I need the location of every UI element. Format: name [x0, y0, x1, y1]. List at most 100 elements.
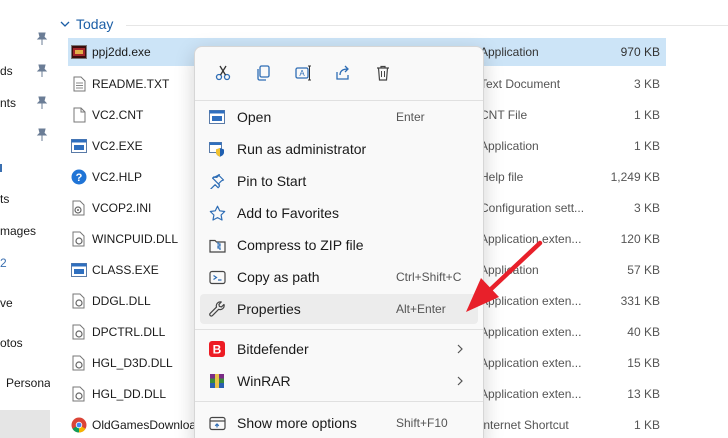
nav-item-label[interactable]: 2 [0, 256, 7, 270]
settings-file-icon [71, 200, 87, 216]
file-name: VC2.HLP [92, 170, 143, 184]
file-name: CLASS.EXE [92, 263, 159, 277]
menu-item-properties[interactable]: Properties Alt+Enter [200, 294, 478, 324]
file-size: 13 KB [627, 387, 660, 401]
nav-selected-item[interactable] [0, 410, 50, 438]
group-divider [126, 25, 728, 26]
menu-item-pin-to-start[interactable]: Pin to Start [200, 166, 478, 196]
svg-text:A: A [299, 69, 305, 78]
dll-file-icon [71, 293, 87, 309]
menu-item-shortcut: Enter [396, 110, 425, 124]
menu-separator [195, 100, 483, 101]
nav-item-label[interactable]: ts [0, 192, 9, 206]
zip-folder-icon [208, 236, 226, 254]
file-type: Internet Shortcut [480, 418, 569, 432]
trash-icon [377, 65, 389, 81]
menu-item-show-more-options[interactable]: Show more options Shift+F10 [200, 408, 478, 438]
star-icon [208, 204, 226, 222]
file-type: Application exten... [480, 356, 582, 370]
nav-item-label[interactable]: ve [0, 296, 13, 310]
dll-file-icon [71, 231, 87, 247]
pin-icon[interactable] [36, 32, 48, 46]
file-size: 3 KB [633, 201, 660, 215]
rename-icon: A [295, 65, 311, 81]
delete-button[interactable] [363, 59, 403, 87]
menu-item-shortcut: Alt+Enter [396, 302, 446, 316]
file-size: 1 KB [633, 108, 660, 122]
text-file-icon [71, 76, 87, 92]
group-header-today[interactable]: Today [60, 14, 113, 34]
file-size: 15 KB [627, 356, 660, 370]
file-type: Application [480, 45, 539, 59]
pin-icon[interactable] [36, 128, 48, 142]
file-size: 1,249 KB [610, 170, 660, 184]
copy-button[interactable] [243, 59, 283, 87]
menu-item-label: Open [237, 109, 272, 125]
admin-shield-icon [208, 140, 226, 158]
file-name: HGL_D3D.DLL [92, 356, 173, 370]
menu-item-label: Run as administrator [237, 141, 367, 157]
file-name: VC2.CNT [92, 108, 144, 122]
menu-item-label: Show more options [237, 415, 357, 431]
pin-icon[interactable] [36, 64, 48, 78]
file-type: Application exten... [480, 232, 582, 246]
menu-item-label: Pin to Start [237, 173, 307, 189]
menu-item-winrar[interactable]: WinRAR [200, 366, 478, 396]
more-options-icon [208, 414, 226, 432]
window-exe-icon [71, 138, 87, 154]
file-size: 970 KB [620, 45, 660, 59]
file-name: OldGamesDownloa [92, 418, 197, 432]
file-type: Text Document [480, 77, 561, 91]
menu-item-label: Add to Favorites [237, 205, 339, 221]
context-menu-toolbar: A [203, 59, 403, 87]
file-size: 3 KB [633, 77, 660, 91]
file-name: DPCTRL.DLL [92, 325, 166, 339]
window-exe-icon [71, 262, 87, 278]
scissors-icon [215, 65, 231, 81]
copy-icon [257, 65, 270, 81]
cut-button[interactable] [203, 59, 243, 87]
chevron-right-icon [457, 376, 463, 386]
nav-item-label[interactable]: mages [0, 224, 36, 238]
nav-item-label[interactable]: otos [0, 336, 23, 350]
menu-item-copy-as-path[interactable]: Copy as path Ctrl+Shift+C [200, 262, 478, 292]
help-file-icon: ? [71, 169, 87, 185]
svg-text:?: ? [76, 172, 83, 184]
menu-item-run-as-administrator[interactable]: Run as administrator [200, 134, 478, 164]
file-name: README.TXT [92, 77, 170, 91]
context-menu: A Open Enter Run as administrator Pin to… [194, 46, 484, 438]
pin-icon[interactable] [36, 96, 48, 110]
chevron-right-icon [457, 344, 463, 354]
chrome-shortcut-icon [71, 417, 87, 433]
menu-item-open[interactable]: Open Enter [200, 102, 478, 132]
navigation-pane: ds nts ts mages 2 ve otos Personal [0, 0, 50, 438]
nav-item-label[interactable]: ds [0, 64, 13, 78]
file-name: DDGL.DLL [92, 294, 151, 308]
file-type: Configuration sett... [480, 201, 585, 215]
menu-item-label: Properties [237, 301, 301, 317]
file-name: VCOP2.INI [92, 201, 152, 215]
dll-file-icon [71, 324, 87, 340]
file-name: HGL_DD.DLL [92, 387, 167, 401]
wrench-icon [208, 300, 226, 318]
file-size: 331 KB [620, 294, 660, 308]
app-window-icon [208, 108, 226, 126]
share-icon [336, 65, 349, 80]
menu-item-bitdefender[interactable]: B Bitdefender [200, 334, 478, 364]
menu-item-add-to-favorites[interactable]: Add to Favorites [200, 198, 478, 228]
chevron-down-icon [60, 21, 70, 27]
rename-button[interactable]: A [283, 59, 323, 87]
nav-item-label[interactable]: Personal [6, 376, 50, 390]
file-type: Help file [480, 170, 524, 184]
menu-item-label: Bitdefender [237, 341, 309, 357]
group-label: Today [76, 16, 114, 32]
file-size: 40 KB [627, 325, 660, 339]
file-type: Application [480, 139, 539, 153]
nav-item-label[interactable]: nts [0, 96, 16, 110]
menu-item-compress-to-zip[interactable]: Compress to ZIP file [200, 230, 478, 260]
app-exe-icon [71, 44, 87, 60]
menu-separator [195, 329, 483, 330]
copy-path-icon [208, 268, 226, 286]
share-button[interactable] [323, 59, 363, 87]
file-name: VC2.EXE [92, 139, 143, 153]
